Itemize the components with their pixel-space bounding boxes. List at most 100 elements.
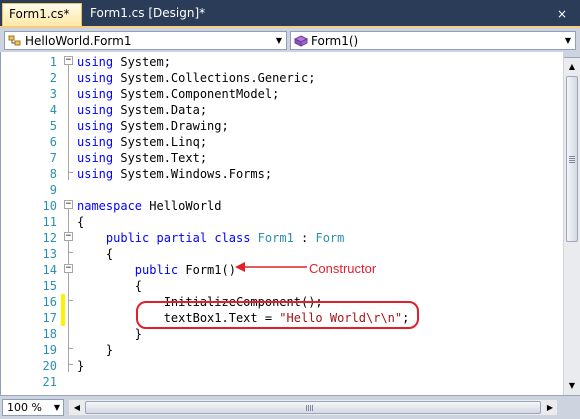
code-text: using System.Windows.Forms; (77, 166, 272, 182)
code-text: public Form1() (77, 262, 236, 278)
line-number: 11 (42, 215, 57, 229)
code-editor[interactable]: − − − − 1 using System; 2 using System.Coll… (0, 52, 563, 395)
annotation-arrow (235, 262, 307, 272)
code-text: { (77, 246, 113, 262)
code-text: } (77, 326, 142, 342)
code-token: Form1 (257, 231, 294, 245)
scroll-up-button[interactable]: ▲ (565, 59, 579, 74)
line-number: 14 (42, 263, 57, 277)
scroll-down-button[interactable]: ▼ (565, 378, 579, 393)
code-line[interactable]: 21 (1, 374, 564, 390)
line-number: 6 (49, 135, 57, 149)
code-token: System.ComponentModel; (113, 87, 280, 101)
line-number: 18 (42, 327, 57, 341)
member-selector-dropdown[interactable]: Form1() ▼ (290, 31, 576, 50)
line-number: 15 (42, 279, 57, 293)
code-token: { (77, 247, 114, 261)
code-token: public (105, 231, 150, 245)
code-text: using System.Linq; (77, 134, 207, 150)
code-text: using System.Data; (77, 102, 207, 118)
line-number: 13 (42, 247, 57, 261)
code-token: using (77, 87, 114, 101)
horizontal-scrollbar[interactable]: ◀ ▶ (68, 399, 558, 416)
close-tab-button[interactable]: × (552, 4, 572, 24)
code-token: } (77, 359, 85, 373)
code-token: : (293, 231, 316, 245)
code-line[interactable]: 9 (1, 182, 564, 198)
code-token: System.Text; (113, 151, 208, 165)
code-line[interactable]: 10 namespace HelloWorld (1, 198, 564, 214)
highlight-ellipse (136, 301, 419, 329)
code-token: class (214, 231, 251, 245)
code-line[interactable]: 3 using System.ComponentModel; (1, 86, 564, 102)
line-number: 12 (42, 231, 57, 245)
constructor-annotation: Constructor (309, 261, 377, 276)
code-line[interactable]: 15 { (1, 278, 564, 294)
class-icon (7, 33, 23, 49)
code-text: public partial class Form1 : Form (77, 230, 344, 246)
line-number: 9 (49, 183, 57, 197)
code-token: } (77, 343, 114, 357)
code-line[interactable]: 6 using System.Linq; (1, 134, 564, 150)
line-number: 5 (49, 119, 57, 133)
code-text: { (77, 278, 142, 294)
split-handle[interactable] (564, 52, 580, 58)
code-line[interactable]: 20} (1, 358, 564, 374)
line-number: 17 (42, 311, 57, 325)
code-line[interactable]: 4 using System.Data; (1, 102, 564, 118)
code-token: using (77, 135, 114, 149)
line-number: 20 (42, 359, 57, 373)
code-token: Form (315, 231, 345, 245)
scroll-right-button[interactable]: ▶ (543, 400, 557, 415)
code-token: System.Data; (113, 103, 208, 117)
line-number: 3 (49, 87, 57, 101)
code-line[interactable]: 11 { (1, 214, 564, 230)
code-text: namespace HelloWorld (77, 198, 222, 214)
line-number: 1 (49, 55, 57, 69)
code-line[interactable]: 12 public partial class Form1 : Form (1, 230, 564, 246)
type-selector-dropdown[interactable]: HelloWorld.Form1 ▼ (4, 31, 287, 50)
code-line[interactable]: 19 } (1, 342, 564, 358)
code-token: { (77, 279, 143, 293)
code-token: using (77, 151, 114, 165)
navigation-bar: HelloWorld.Form1 ▼ Form1() ▼ (0, 26, 580, 52)
chevron-down-icon[interactable]: ▼ (51, 403, 63, 412)
line-number: 19 (42, 343, 57, 357)
chevron-down-icon[interactable]: ▼ (561, 36, 575, 45)
code-token: HelloWorld (142, 199, 222, 213)
split-handle[interactable] (559, 399, 577, 416)
code-token: partial (156, 231, 208, 245)
code-token: using (77, 167, 114, 181)
code-token: } (77, 327, 143, 341)
code-line[interactable]: 7 using System.Text; (1, 150, 564, 166)
code-text: } (77, 358, 84, 374)
editor-bottom-bar: 100 % ▼ ◀ ▶ (0, 395, 580, 419)
vertical-scrollbar[interactable]: ▲ ▼ (563, 52, 580, 395)
code-line[interactable]: 5 using System.Drawing; (1, 118, 564, 134)
vertical-scroll-thumb[interactable] (566, 76, 578, 242)
scroll-left-button[interactable]: ◀ (70, 400, 84, 415)
tab-form1-cs[interactable]: Form1.cs* (2, 3, 82, 26)
zoom-dropdown[interactable]: 100 % ▼ (2, 399, 64, 416)
line-number: 7 (49, 151, 57, 165)
code-text: using System.Text; (77, 150, 207, 166)
horizontal-scroll-thumb[interactable] (85, 401, 541, 414)
zoom-value: 100 % (7, 401, 42, 414)
member-selector-value: Form1() (311, 33, 359, 48)
code-line[interactable]: 2 using System.Collections.Generic; (1, 70, 564, 86)
tab-form1-design[interactable]: Form1.cs [Design]* (84, 3, 205, 26)
code-token: System.Linq; (113, 135, 208, 149)
code-token: System; (113, 55, 171, 69)
code-token: Form1() (178, 263, 236, 277)
code-text: } (77, 342, 113, 358)
code-line[interactable]: 8 using System.Windows.Forms; (1, 166, 564, 182)
code-token: namespace (77, 199, 143, 213)
code-text: using System.Collections.Generic; (77, 70, 315, 86)
code-line[interactable]: 1 using System; (1, 54, 564, 70)
document-tab-strip: Form1.cs* Form1.cs [Design]* × (0, 0, 580, 26)
chevron-down-icon[interactable]: ▼ (272, 36, 286, 45)
method-icon (293, 33, 309, 49)
code-text: using System; (77, 54, 171, 70)
